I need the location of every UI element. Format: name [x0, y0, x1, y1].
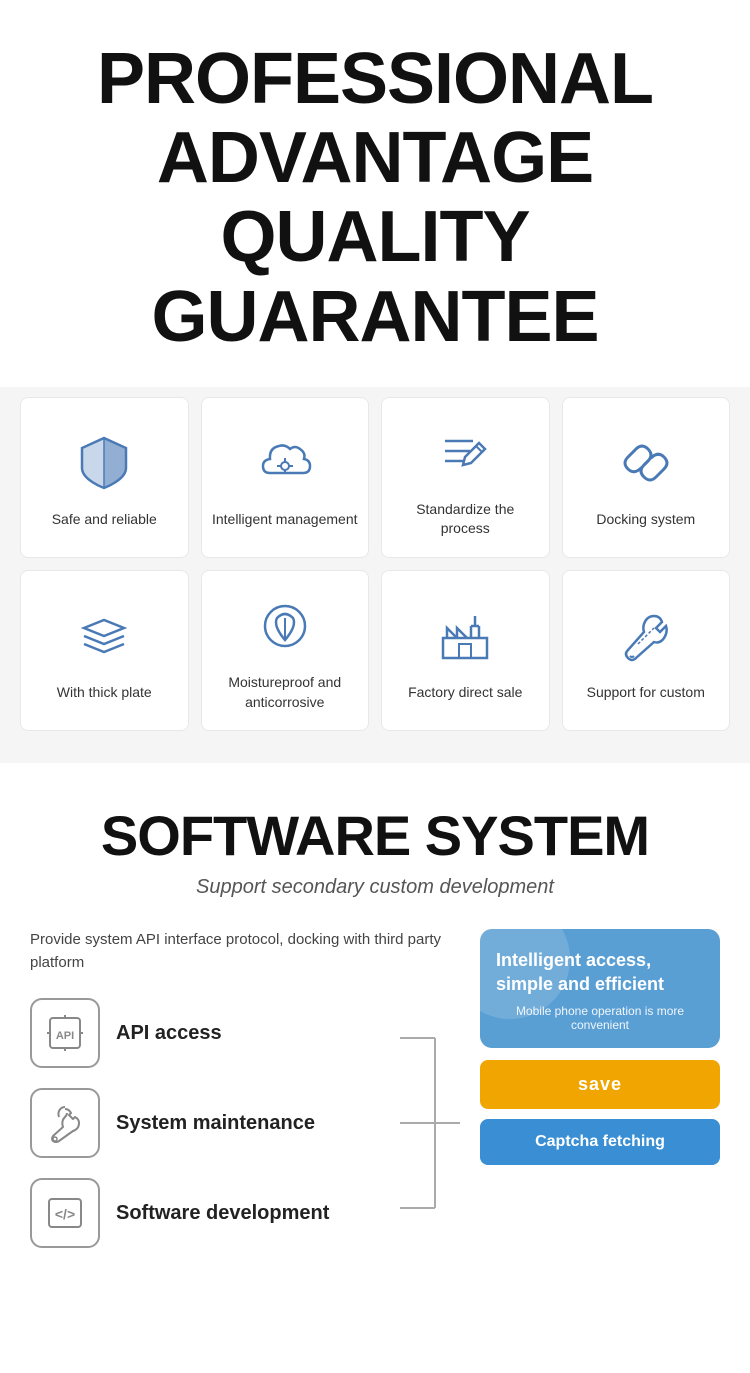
features-grid: Safe and reliable Intelligent management [0, 387, 750, 763]
save-button[interactable]: save [480, 1060, 720, 1109]
shield-icon [69, 428, 139, 498]
svg-text:</>: </> [55, 1206, 75, 1222]
phone-card: Intelligent access, simple and efficient… [480, 929, 720, 1048]
maintenance-icon [30, 1088, 100, 1158]
phone-card-title: Intelligent access, simple and efficient [496, 949, 704, 996]
card-standardize-process: Standardize the process [381, 397, 550, 558]
software-section: SOFTWARE SYSTEM Support secondary custom… [0, 763, 750, 1278]
card-label: Intelligent management [212, 510, 358, 530]
code-icon: </> [30, 1178, 100, 1248]
software-left-panel: Provide system API interface protocol, d… [30, 929, 460, 1248]
card-label: Docking system [596, 510, 695, 530]
card-docking-system: Docking system [562, 397, 731, 558]
software-items-wrapper: API API access [30, 998, 460, 1248]
pen-list-icon [430, 418, 500, 488]
software-item-api: API API access [30, 998, 400, 1068]
card-label: Safe and reliable [52, 510, 157, 530]
main-title: PROFESSIONAL ADVANTAGE QUALITY GUARANTEE [20, 40, 730, 357]
cloud-settings-icon [250, 428, 320, 498]
software-item-maintenance: System maintenance [30, 1088, 400, 1158]
card-label: Support for custom [587, 683, 705, 703]
card-label: With thick plate [57, 683, 152, 703]
card-label: Factory direct sale [408, 683, 522, 703]
software-description: Provide system API interface protocol, d… [30, 929, 460, 974]
card-factory-direct: Factory direct sale [381, 570, 550, 731]
phone-card-subtitle: Mobile phone operation is more convenien… [496, 1004, 704, 1032]
card-label: Moistureproof and anticorrosive [212, 673, 359, 712]
factory-icon [430, 601, 500, 671]
card-intelligent-management: Intelligent management [201, 397, 370, 558]
software-subtitle: Support secondary custom development [30, 876, 720, 899]
software-item-development: </> Software development [30, 1178, 400, 1248]
software-right-panel: Intelligent access, simple and efficient… [480, 929, 720, 1165]
card-thick-plate: With thick plate [20, 570, 189, 731]
card-label: Standardize the process [392, 500, 539, 539]
bracket-connector [400, 998, 460, 1248]
maintenance-label: System maintenance [116, 1110, 315, 1136]
card-support-custom: Support for custom [562, 570, 731, 731]
api-icon: API [30, 998, 100, 1068]
tools-icon [611, 601, 681, 671]
card-safe-reliable: Safe and reliable [20, 397, 189, 558]
captcha-button[interactable]: Captcha fetching [480, 1119, 720, 1165]
link-icon [611, 428, 681, 498]
layers-icon [69, 601, 139, 671]
svg-text:API: API [56, 1030, 74, 1042]
grid-row-1: Safe and reliable Intelligent management [20, 397, 730, 558]
api-label: API access [116, 1020, 222, 1046]
software-title: SOFTWARE SYSTEM [30, 803, 720, 868]
card-moistureproof: Moistureproof and anticorrosive [201, 570, 370, 731]
software-content: Provide system API interface protocol, d… [30, 929, 720, 1248]
grid-row-2: With thick plate Moistureproof and antic… [20, 570, 730, 731]
software-items-list: API API access [30, 998, 400, 1248]
page-header: PROFESSIONAL ADVANTAGE QUALITY GUARANTEE [0, 0, 750, 387]
leaf-shield-icon [250, 591, 320, 661]
development-label: Software development [116, 1200, 329, 1226]
